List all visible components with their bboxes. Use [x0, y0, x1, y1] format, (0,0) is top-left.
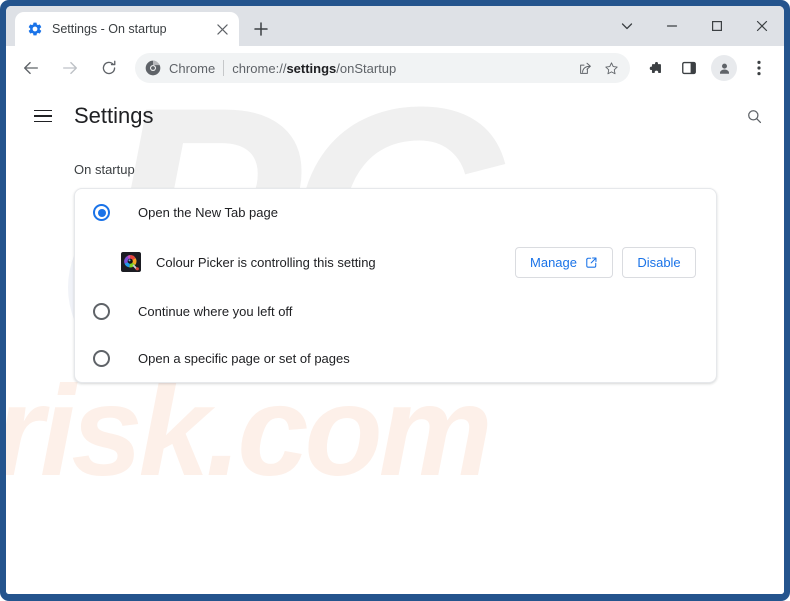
forward-button[interactable]	[54, 52, 86, 84]
settings-content: On startup Open the New Tab page Colour …	[6, 142, 784, 383]
extensions-icon[interactable]	[639, 53, 669, 83]
startup-option-specific-page[interactable]: Open a specific page or set of pages	[75, 335, 716, 382]
reload-button[interactable]	[93, 52, 125, 84]
radio-new-tab[interactable]	[93, 204, 110, 221]
watermark-text-bottom: risk.com	[6, 360, 492, 503]
chevron-down-icon[interactable]	[604, 6, 649, 46]
address-bar[interactable]: Chrome chrome://settings/onStartup	[135, 53, 630, 83]
manage-button-label: Manage	[530, 254, 577, 270]
omnibox-actions	[572, 55, 624, 81]
radio-specific-page[interactable]	[93, 350, 110, 367]
close-tab-icon[interactable]	[213, 20, 231, 38]
side-panel-icon[interactable]	[674, 53, 704, 83]
section-heading: On startup	[74, 162, 135, 177]
settings-header: Settings	[6, 90, 784, 142]
startup-option-label: Open a specific page or set of pages	[138, 351, 350, 366]
close-window-icon[interactable]	[739, 6, 784, 46]
url-bold-part: settings	[286, 60, 337, 76]
browser-toolbar: Chrome chrome://settings/onStartup	[6, 46, 784, 90]
browser-window: Settings - On startup Chrome chrome://se…	[0, 0, 790, 601]
gear-icon	[28, 22, 42, 36]
browser-menu-icon[interactable]	[744, 53, 774, 83]
disable-button[interactable]: Disable	[622, 246, 696, 278]
url-prefix: chrome://	[232, 60, 287, 76]
tab-title: Settings - On startup	[52, 22, 167, 36]
profile-avatar[interactable]	[711, 55, 737, 81]
back-button[interactable]	[15, 52, 47, 84]
colour-picker-extension-icon	[121, 252, 141, 272]
settings-page: PC risk.com Settings On startup Open the	[6, 90, 784, 594]
startup-option-new-tab[interactable]: Open the New Tab page	[75, 189, 716, 236]
new-tab-button[interactable]	[247, 15, 275, 43]
omnibox-url: chrome://settings/onStartup	[232, 61, 564, 76]
tabstrip: Settings - On startup	[6, 6, 784, 46]
search-icon[interactable]	[738, 100, 770, 132]
omnibox-separator	[223, 60, 225, 76]
url-suffix: /onStartup	[336, 60, 397, 76]
share-icon[interactable]	[572, 55, 598, 81]
extension-notice-actions: Manage Disable	[515, 246, 696, 278]
browser-window-inner: Settings - On startup Chrome chrome://se…	[6, 6, 784, 594]
chrome-icon	[145, 60, 161, 76]
minimize-icon[interactable]	[649, 6, 694, 46]
bookmark-star-icon[interactable]	[598, 55, 624, 81]
browser-tab[interactable]: Settings - On startup	[15, 12, 239, 46]
startup-option-label: Open the New Tab page	[138, 205, 278, 220]
startup-option-label: Continue where you left off	[138, 304, 293, 319]
manage-button[interactable]: Manage	[515, 246, 613, 278]
page-title: Settings	[74, 103, 154, 128]
disable-button-label: Disable	[637, 254, 681, 270]
on-startup-card: Open the New Tab page Colour Picker is c…	[74, 188, 717, 383]
radio-continue[interactable]	[93, 303, 110, 320]
startup-option-continue[interactable]: Continue where you left off	[75, 288, 716, 335]
extension-control-notice: Colour Picker is controlling this settin…	[75, 236, 716, 288]
window-controls	[604, 6, 784, 46]
extension-notice-text: Colour Picker is controlling this settin…	[156, 254, 376, 270]
omnibox-chip-label: Chrome	[169, 60, 216, 76]
external-link-icon	[586, 257, 597, 268]
maximize-icon[interactable]	[694, 6, 739, 46]
hamburger-menu-icon[interactable]	[28, 101, 58, 131]
